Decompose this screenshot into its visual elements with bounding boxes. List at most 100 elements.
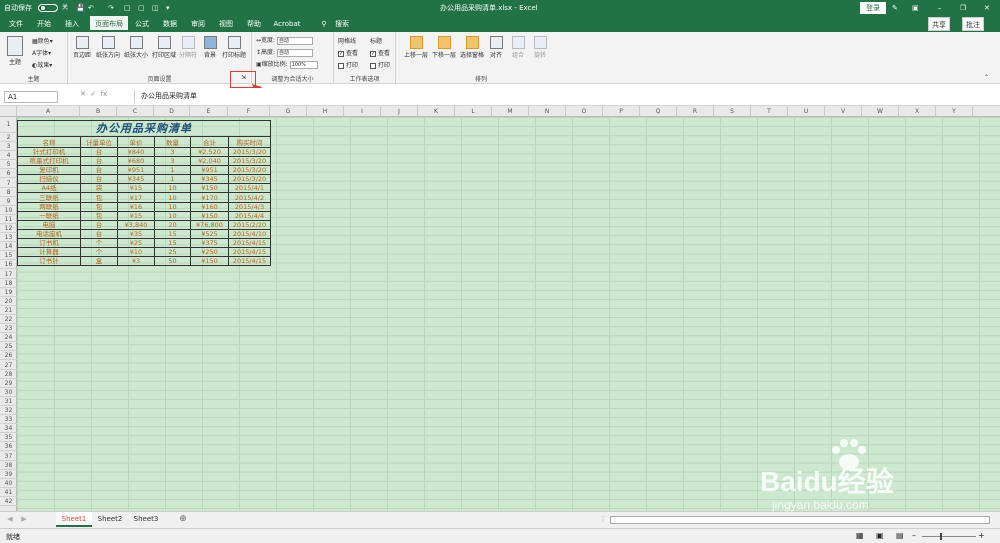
zoom-in-icon[interactable]: + [978,531,985,540]
background-button[interactable]: 背景 [202,36,218,59]
table-cell[interactable]: 台 [80,174,118,185]
column-header[interactable]: X [899,106,936,117]
row-header[interactable]: 7 [0,179,17,188]
table-cell[interactable]: 10 [154,201,191,212]
table-cell[interactable]: 2015/4/15 [228,256,271,267]
scale-input[interactable]: 100% [289,60,318,69]
row-header[interactable]: 1 [0,117,17,133]
bring-forward-button[interactable]: 上移一层 [404,36,428,59]
column-header[interactable]: C [117,106,154,117]
table-cell[interactable]: ¥345 [117,174,155,185]
ribbon-display-icon[interactable]: ▣ [912,0,919,16]
page-layout-view-icon[interactable]: ▣ [876,531,884,540]
search-icon[interactable]: ⚲ [318,16,330,32]
align-button[interactable]: 对齐 [488,36,504,59]
height-control[interactable]: ↕高度: 自动 [256,47,313,57]
table-cell[interactable]: 3 [154,146,191,158]
row-header[interactable]: 32 [0,406,17,416]
table-cell[interactable]: 10 [154,210,191,221]
row-header[interactable]: 12 [0,224,17,234]
row-header[interactable]: 4 [0,151,17,161]
column-header[interactable]: H [307,106,344,117]
row-header[interactable]: 16 [0,260,17,270]
column-header[interactable]: L [455,106,492,117]
tab-file[interactable]: 文件 [4,16,28,32]
table-cell[interactable]: ¥15 [117,210,155,221]
table-cell[interactable]: ¥250 [190,247,229,258]
row-header[interactable]: 18 [0,279,17,288]
zoom-slider[interactable] [922,536,976,537]
table-cell[interactable]: ¥160 [190,201,229,212]
table-header-cell[interactable]: 名称 [17,136,81,148]
row-header[interactable]: 38 [0,461,17,470]
column-header[interactable]: J [381,106,418,117]
table-cell[interactable]: 一联纸 [17,210,81,221]
table-cell[interactable]: 台 [80,156,118,167]
row-header[interactable]: 28 [0,370,17,379]
table-cell[interactable]: 电脑 [17,219,81,230]
table-cell[interactable]: 台 [80,165,118,176]
table-cell[interactable]: ¥10 [117,247,155,258]
table-cell[interactable]: ¥2,520 [190,146,229,158]
table-cell[interactable]: 电话座机 [17,228,81,239]
effects-button[interactable]: ◐效果▾ [32,60,52,69]
table-header-cell[interactable]: 合计 [190,136,229,148]
row-header[interactable]: 21 [0,306,17,315]
column-header[interactable]: Y [936,106,973,117]
sheet-tab-sheet1[interactable]: Sheet1 [56,512,92,527]
column-header[interactable]: A [17,106,80,117]
table-cell[interactable]: 两联纸 [17,201,81,212]
table-cell[interactable]: ¥16 [117,201,155,212]
table-cell[interactable]: 喷墨式打印机 [17,156,81,167]
row-header[interactable]: 5 [0,160,17,170]
cancel-icon[interactable]: ✕ [80,90,86,98]
column-header[interactable]: N [529,106,566,117]
column-header[interactable]: E [190,106,228,117]
width-control[interactable]: ↔宽度: 自动 [256,35,313,45]
undo-icon[interactable]: ↶ [88,0,94,16]
row-header[interactable]: 15 [0,251,17,261]
row-header[interactable]: 39 [0,470,17,479]
table-cell[interactable]: 盒 [80,256,118,267]
colors-button[interactable]: ▦颜色▾ [32,36,53,45]
minimize-icon[interactable]: – [938,0,942,16]
tab-home[interactable]: 开始 [32,16,56,32]
page-break-view-icon[interactable]: ▤ [896,531,904,540]
restore-icon[interactable]: ❐ [960,0,966,16]
table-cell[interactable]: 2015/3/20 [228,165,271,176]
tab-data[interactable]: 数据 [158,16,182,32]
print-titles-button[interactable]: 打印标题 [222,36,246,59]
row-header[interactable]: 37 [0,452,17,461]
rotate-button[interactable]: 旋转 [532,36,548,59]
row-header[interactable]: 6 [0,169,17,179]
headings-print-checkbox[interactable]: 打印 [370,60,390,69]
orientation-button[interactable]: 纸张方向 [96,36,120,59]
table-cell[interactable]: 计算器 [17,247,81,258]
size-button[interactable]: 纸张大小 [124,36,148,59]
table-cell[interactable]: 个 [80,237,118,249]
row-header[interactable]: 41 [0,488,17,497]
row-header[interactable]: 24 [0,333,17,343]
send-backward-button[interactable]: 下移一层 [432,36,456,59]
table-cell[interactable]: 2015/3/20 [228,174,271,185]
table-cell[interactable]: ¥76,800 [190,219,229,230]
table-cell[interactable]: 包 [80,210,118,221]
row-header[interactable]: 20 [0,297,17,306]
new-file-icon[interactable]: □ [124,0,131,16]
table-cell[interactable]: A4纸 [17,183,81,194]
table-cell[interactable]: ¥170 [190,192,229,203]
row-header[interactable]: 34 [0,424,17,434]
row-header[interactable]: 42 [0,497,17,507]
breaks-button[interactable]: 分隔符 [178,36,198,59]
login-button[interactable]: 登录 [860,2,886,14]
group-button[interactable]: 组合 [510,36,526,59]
table-cell[interactable]: 10 [154,183,191,194]
table-cell[interactable]: 1 [154,174,191,185]
pen-icon[interactable]: ✎ [892,0,898,16]
table-cell[interactable]: 复印机 [17,165,81,176]
select-all-corner[interactable] [0,106,17,117]
print-preview-icon[interactable]: ◫ [152,0,159,16]
table-cell[interactable]: ¥345 [190,174,229,185]
column-header[interactable]: B [80,106,117,117]
table-cell[interactable]: 10 [154,192,191,203]
